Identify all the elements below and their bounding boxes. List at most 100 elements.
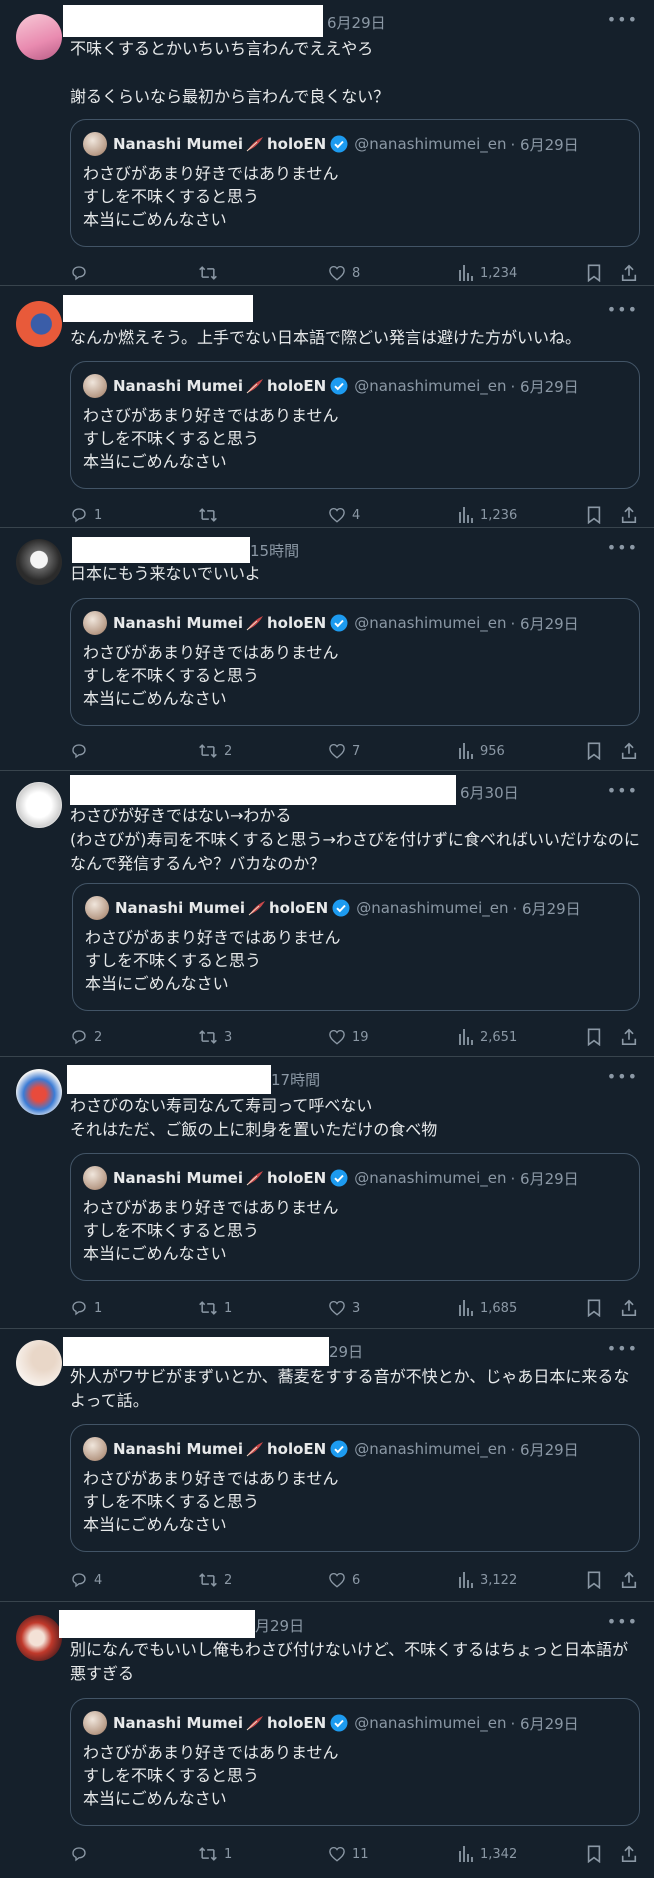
bookmark-button[interactable] xyxy=(586,740,602,762)
views-button[interactable]: 956 xyxy=(458,740,505,762)
quote-header: Nanashi Mumei holoEN @nanashimumei_en · … xyxy=(83,611,579,635)
like-button[interactable]: 19 xyxy=(328,1026,369,1048)
heart-icon xyxy=(329,743,345,759)
share-icon xyxy=(621,1571,637,1589)
bookmark-button[interactable] xyxy=(586,1569,602,1591)
quote-author-suffix: holoEN xyxy=(269,899,329,917)
share-button[interactable] xyxy=(620,740,638,762)
like-count: 3 xyxy=(352,1300,361,1316)
verified-badge-icon xyxy=(330,1714,348,1732)
reply-button[interactable] xyxy=(70,740,94,762)
avatar[interactable] xyxy=(16,14,62,60)
share-button[interactable] xyxy=(620,504,638,526)
share-button[interactable] xyxy=(620,1569,638,1591)
like-count: 11 xyxy=(352,1846,369,1862)
quote-tweet[interactable]: Nanashi Mumei holoEN @nanashimumei_en · … xyxy=(70,1698,640,1826)
more-icon[interactable]: ••• xyxy=(607,1067,638,1086)
reply-icon xyxy=(72,1573,86,1588)
reply-button[interactable]: 2 xyxy=(70,1026,102,1048)
verified-badge-icon xyxy=(330,135,348,153)
timestamp[interactable]: 15時間 xyxy=(250,540,299,561)
views-icon xyxy=(459,1029,473,1045)
quote-tweet[interactable]: Nanashi Mumei holoEN @nanashimumei_en · … xyxy=(70,1153,640,1281)
feather-icon xyxy=(246,1716,263,1731)
timestamp[interactable]: 29日 xyxy=(329,1341,363,1362)
quote-avatar xyxy=(83,1711,107,1735)
avatar[interactable] xyxy=(16,1069,62,1115)
bookmark-button[interactable] xyxy=(586,1297,602,1319)
more-icon[interactable]: ••• xyxy=(607,1612,638,1631)
bookmark-button[interactable] xyxy=(586,504,602,526)
avatar[interactable] xyxy=(16,301,62,347)
quote-time: · 6月29日 xyxy=(510,1440,579,1459)
feather-icon xyxy=(246,1442,263,1457)
avatar[interactable] xyxy=(16,539,62,585)
tweet[interactable]: 17時間 ••• わさびのない寿司なんて寿司って呼べない それはただ、ご飯の上に… xyxy=(0,1057,654,1329)
quote-tweet[interactable]: Nanashi Mumei holoEN @nanashimumei_en · … xyxy=(70,361,640,489)
views-button[interactable]: 1,685 xyxy=(458,1297,517,1319)
avatar[interactable] xyxy=(16,782,62,828)
retweet-button[interactable]: 1 xyxy=(198,1297,232,1319)
tweet[interactable]: 29日 ••• 外人がワサビがまずいとか、蕎麦をすする音が不快とか、じゃあ日本に… xyxy=(0,1329,654,1602)
more-icon[interactable]: ••• xyxy=(607,300,638,319)
quote-tweet[interactable]: Nanashi Mumei holoEN @nanashimumei_en · … xyxy=(70,598,640,726)
quote-handle: @nanashimumei_en xyxy=(354,1440,507,1458)
more-icon[interactable]: ••• xyxy=(607,538,638,557)
reply-button[interactable] xyxy=(70,262,94,284)
views-button[interactable]: 2,651 xyxy=(458,1026,517,1048)
timestamp[interactable]: 月29日 xyxy=(255,1615,304,1636)
share-button[interactable] xyxy=(620,1026,638,1048)
reply-count: 4 xyxy=(94,1572,103,1588)
views-icon xyxy=(459,1846,473,1862)
more-icon[interactable]: ••• xyxy=(607,781,638,800)
tweet[interactable]: 6月30日 ••• わさびが好きではない→わかる (わさびが)寿司を不味くすると… xyxy=(0,771,654,1057)
share-button[interactable] xyxy=(620,1297,638,1319)
more-icon[interactable]: ••• xyxy=(607,1339,638,1358)
like-button[interactable]: 7 xyxy=(328,740,360,762)
retweet-button[interactable]: 3 xyxy=(198,1026,232,1048)
redacted-username xyxy=(59,1610,255,1638)
avatar[interactable] xyxy=(16,1340,62,1386)
quote-tweet[interactable]: Nanashi Mumei holoEN @nanashimumei_en · … xyxy=(70,119,640,247)
retweet-button[interactable] xyxy=(198,504,224,526)
retweet-button[interactable]: 2 xyxy=(198,740,232,762)
retweet-button[interactable]: 2 xyxy=(198,1569,232,1591)
reply-button[interactable] xyxy=(70,1843,94,1865)
views-button[interactable]: 3,122 xyxy=(458,1569,517,1591)
views-button[interactable]: 1,236 xyxy=(458,504,517,526)
reply-button[interactable]: 1 xyxy=(70,504,102,526)
quote-handle: @nanashimumei_en xyxy=(354,1714,507,1732)
share-button[interactable] xyxy=(620,1843,638,1865)
retweet-button[interactable]: 1 xyxy=(198,1843,232,1865)
like-button[interactable]: 11 xyxy=(328,1843,369,1865)
action-bar: 1 11 1,342 xyxy=(70,1843,644,1865)
views-button[interactable]: 1,342 xyxy=(458,1843,517,1865)
like-button[interactable]: 4 xyxy=(328,504,360,526)
bookmark-button[interactable] xyxy=(586,1843,602,1865)
tweet[interactable]: 15時間 ••• 日本にもう来ないでいいよ Nanashi Mumei holo… xyxy=(0,528,654,771)
bookmark-icon xyxy=(587,1845,601,1863)
timestamp[interactable]: 6月30日 xyxy=(460,782,519,803)
tweet[interactable]: ••• なんか燃えそう。上手でない日本語で際どい発言は避けた方がいいね。 Nan… xyxy=(0,286,654,528)
quote-author-suffix: holoEN xyxy=(267,614,327,632)
quote-author-suffix: holoEN xyxy=(267,135,327,153)
timestamp[interactable]: 17時間 xyxy=(271,1069,320,1090)
quote-header: Nanashi Mumei holoEN @nanashimumei_en · … xyxy=(83,1711,579,1735)
like-button[interactable]: 3 xyxy=(328,1297,360,1319)
views-button[interactable]: 1,234 xyxy=(458,262,517,284)
tweet[interactable]: 月29日 ••• 別になんでもいいし俺もわさび付けないけど、不味くするはちょっと… xyxy=(0,1602,654,1878)
share-button[interactable] xyxy=(620,262,638,284)
retweet-button[interactable] xyxy=(198,262,224,284)
avatar[interactable] xyxy=(16,1615,62,1661)
reply-button[interactable]: 1 xyxy=(70,1297,102,1319)
quote-tweet[interactable]: Nanashi Mumei holoEN @nanashimumei_en · … xyxy=(70,1424,640,1552)
like-button[interactable]: 8 xyxy=(328,262,360,284)
reply-button[interactable]: 4 xyxy=(70,1569,102,1591)
tweet[interactable]: 6月29日 ••• 不味くするとかいちいち言わんでええやろ 謝るくらいなら最初か… xyxy=(0,0,654,286)
bookmark-button[interactable] xyxy=(586,1026,602,1048)
quote-tweet[interactable]: Nanashi Mumei holoEN @nanashimumei_en · … xyxy=(72,883,640,1011)
bookmark-button[interactable] xyxy=(586,262,602,284)
more-icon[interactable]: ••• xyxy=(607,10,638,29)
like-button[interactable]: 6 xyxy=(328,1569,360,1591)
timestamp[interactable]: 6月29日 xyxy=(327,12,386,33)
